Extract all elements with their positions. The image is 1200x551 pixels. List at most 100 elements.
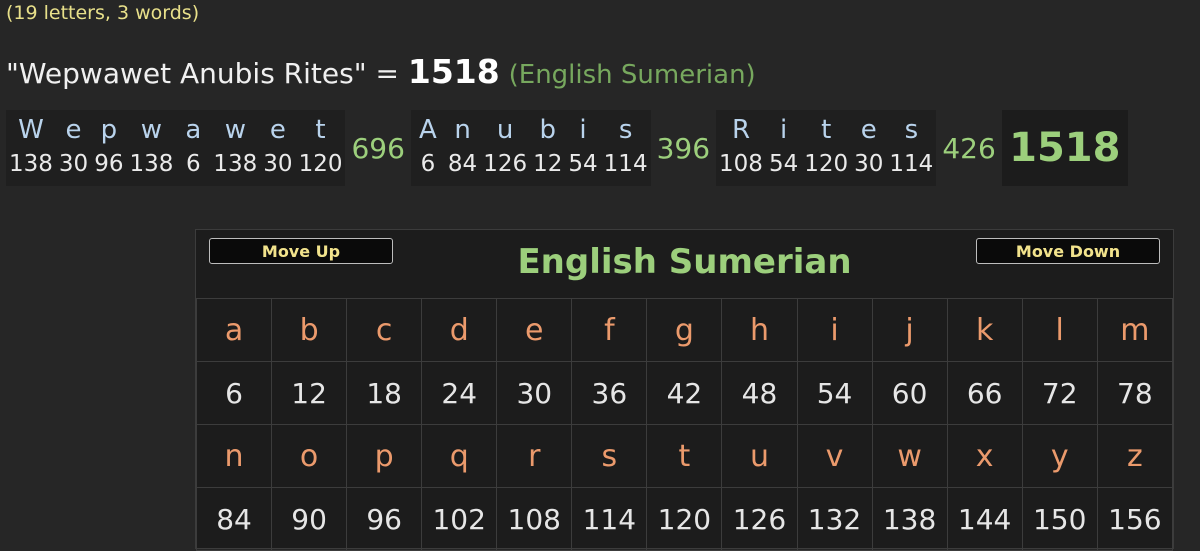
breakdown-letter-value: 126 bbox=[483, 151, 528, 177]
cipher-value-cell: 60 bbox=[871, 361, 948, 425]
letter-column: b 12 bbox=[530, 110, 565, 186]
breakdown-letter-value: 54 bbox=[568, 151, 598, 177]
breakdown-letter: a bbox=[185, 115, 202, 145]
breakdown-letter: e bbox=[65, 115, 82, 145]
phrase-result: "Wepwawet Anubis Rites" = 1518 (English … bbox=[6, 52, 756, 91]
breakdown-letter-value: 108 bbox=[719, 151, 763, 177]
breakdown-letter: t bbox=[821, 115, 832, 145]
letter-column: e 30 bbox=[56, 110, 91, 186]
cipher-value-cell: 78 bbox=[1096, 361, 1174, 425]
breakdown-letter-value: 138 bbox=[213, 151, 258, 177]
cipher-value-cell: 120 bbox=[646, 487, 723, 551]
cipher-letter-cell: n bbox=[195, 424, 273, 488]
cipher-value-cell: 132 bbox=[796, 487, 873, 551]
phrase-text: "Wepwawet Anubis Rites" bbox=[6, 57, 367, 90]
cipher-panel-header: Move Up English Sumerian Move Down bbox=[196, 230, 1173, 298]
cipher-letter-cell: o bbox=[271, 424, 348, 488]
breakdown-letter-value: 138 bbox=[9, 151, 53, 177]
cipher-letter-cell: y bbox=[1021, 424, 1098, 488]
cipher-letter-cell: x bbox=[946, 424, 1023, 488]
breakdown-letter-value: 114 bbox=[603, 151, 648, 177]
cipher-value-row: 6 12 18 24 30 36 42 48 54 60 66 72 78 bbox=[195, 361, 1174, 425]
word-block: R 108 i 54 t 120 e 30 s 114 bbox=[716, 110, 937, 186]
letter-column: w 138 bbox=[126, 110, 176, 186]
word-block: W 138 e 30 p 96 w 138 a 6 w 138 e 30 t 120 bbox=[6, 110, 346, 186]
cipher-letter-row: nopqrstuvwxyz bbox=[195, 424, 1174, 488]
cipher-letter-cell: v bbox=[796, 424, 873, 488]
cipher-value-cell: 144 bbox=[946, 487, 1023, 551]
letter-column: w 138 bbox=[210, 110, 260, 186]
word-sum: 396 bbox=[650, 110, 717, 186]
cipher-letter-cell: q bbox=[421, 424, 498, 488]
cipher-letter-cell: w bbox=[871, 424, 948, 488]
breakdown-letter-value: 138 bbox=[129, 151, 174, 177]
breakdown-letter: e bbox=[860, 115, 877, 145]
cipher-letter-cell: z bbox=[1096, 424, 1174, 488]
cipher-letter-cell: k bbox=[946, 298, 1023, 362]
breakdown-letter: u bbox=[496, 115, 514, 145]
phrase-cipher-name: (English Sumerian) bbox=[508, 60, 756, 90]
letter-column: i 54 bbox=[565, 110, 600, 186]
move-down-button[interactable]: Move Down bbox=[976, 238, 1160, 264]
cipher-value-cell: 90 bbox=[271, 487, 348, 551]
breakdown-letter: A bbox=[419, 115, 437, 145]
cipher-value-cell: 96 bbox=[346, 487, 423, 551]
breakdown-letter-value: 30 bbox=[854, 151, 884, 177]
cipher-value-cell: 42 bbox=[646, 361, 723, 425]
letter-column: t 120 bbox=[801, 110, 851, 186]
phrase-total: 1518 bbox=[407, 52, 500, 91]
letter-column: i 54 bbox=[766, 110, 801, 186]
letter-column: W 138 bbox=[6, 110, 56, 186]
cipher-letter-cell: f bbox=[571, 298, 648, 362]
letter-column: R 108 bbox=[716, 110, 766, 186]
breakdown-letter-value: 30 bbox=[58, 151, 89, 177]
cipher-value-cell: 36 bbox=[571, 361, 648, 425]
breakdown-letter: p bbox=[100, 115, 118, 145]
letter-column: e 30 bbox=[260, 110, 295, 186]
cipher-value-cell: 156 bbox=[1096, 487, 1174, 551]
grand-total: 1518 bbox=[1001, 110, 1128, 186]
breakdown-letter-value: 96 bbox=[94, 151, 124, 177]
letter-column: a6 bbox=[176, 110, 210, 186]
letter-column: u 126 bbox=[480, 110, 530, 186]
cipher-value-cell: 84 bbox=[195, 487, 273, 551]
cipher-value-row: 84 90 96 102 108 114 120 126 132 138 144 150 156 bbox=[195, 487, 1174, 551]
breakdown-letter: b bbox=[539, 115, 556, 145]
cipher-letter-value-grid: a b c d e f g h i j k l m 6 12 18 24 30 36 42 48 54 60 66 72 78 n o… bbox=[195, 298, 1174, 551]
letter-column: s 114 bbox=[601, 110, 651, 186]
breakdown-letter: n bbox=[454, 115, 471, 145]
breakdown-letter: s bbox=[904, 115, 919, 145]
letter-column: p 96 bbox=[91, 110, 126, 186]
breakdown-letter: W bbox=[18, 115, 44, 145]
breakdown-letter-value: 120 bbox=[804, 151, 849, 177]
breakdown-letter-value: 6 bbox=[186, 151, 201, 177]
cipher-value-cell: 114 bbox=[571, 487, 648, 551]
cipher-panel: Move Up English Sumerian Move Down abcde… bbox=[195, 229, 1174, 551]
cipher-value-cell: 126 bbox=[721, 487, 798, 551]
cipher-letter-cell: u bbox=[721, 424, 798, 488]
cipher-letter-row: abcdefghijklm bbox=[195, 298, 1174, 362]
breakdown-letter: e bbox=[269, 115, 286, 145]
letter-column: s 114 bbox=[886, 110, 936, 186]
breakdown-letter: R bbox=[731, 115, 751, 145]
breakdown-letter: i bbox=[779, 115, 788, 145]
breakdown-letter-value: 120 bbox=[298, 151, 343, 177]
breakdown-letter: i bbox=[579, 115, 587, 145]
cipher-letter-cell: b bbox=[271, 298, 348, 362]
cipher-letter-cell: r bbox=[496, 424, 573, 488]
cipher-value-cell: 12 bbox=[271, 361, 348, 425]
breakdown-letter: s bbox=[618, 115, 633, 145]
breakdown-letter-value: 84 bbox=[447, 151, 478, 177]
cipher-value-cell: 150 bbox=[1021, 487, 1098, 551]
breakdown-letter: t bbox=[315, 115, 326, 145]
letter-column: e 30 bbox=[851, 110, 886, 186]
cipher-value-cell: 72 bbox=[1021, 361, 1098, 425]
cipher-letter-cell: m bbox=[1096, 298, 1174, 362]
cipher-value-cell: 102 bbox=[421, 487, 498, 551]
breakdown-letter-value: 6 bbox=[420, 151, 436, 177]
letter-column: A6 bbox=[411, 110, 445, 186]
letter-column: t 120 bbox=[296, 110, 346, 186]
cipher-letter-cell: d bbox=[421, 298, 498, 362]
cipher-value-cell: 30 bbox=[496, 361, 573, 425]
cipher-letter-cell: t bbox=[646, 424, 723, 488]
